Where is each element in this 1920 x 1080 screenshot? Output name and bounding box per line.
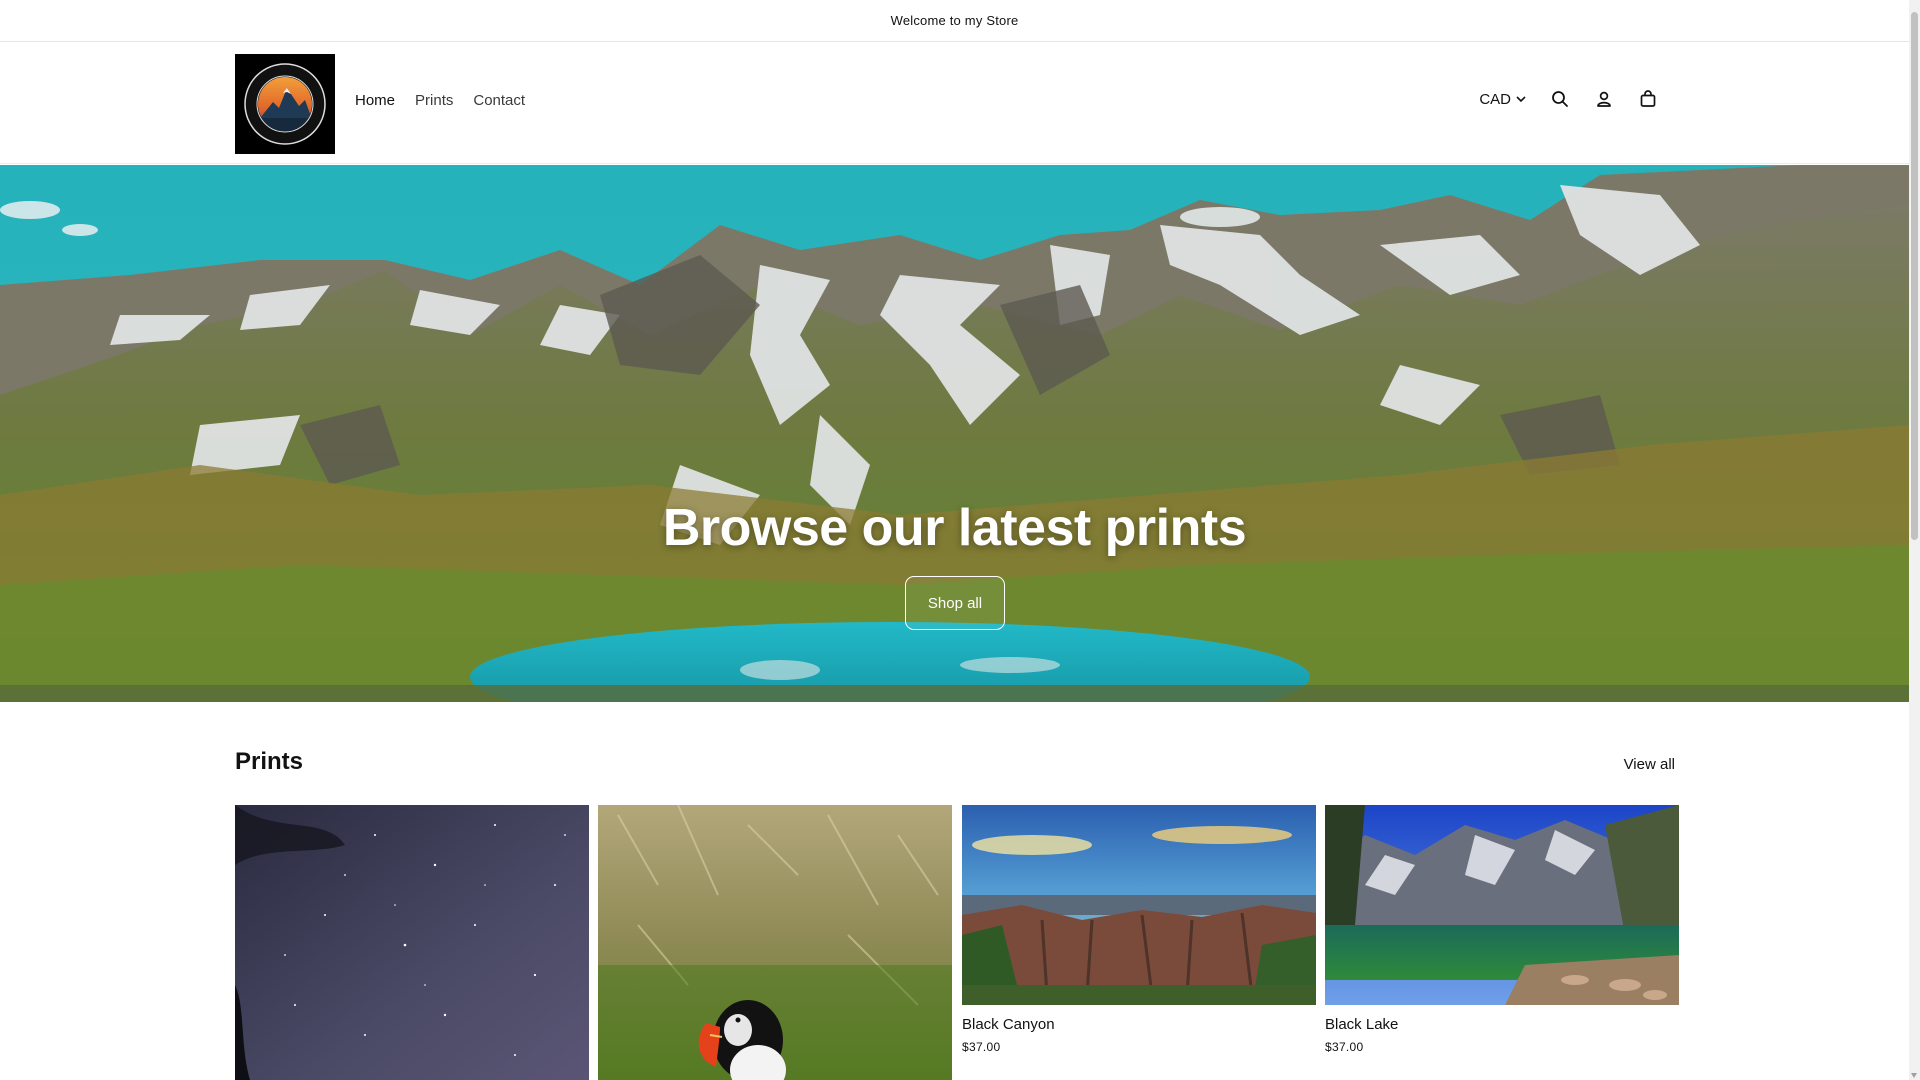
store-logo[interactable] [235, 54, 335, 154]
site-header: Home Prints Contact CAD [0, 42, 1909, 164]
hero-title: Browse our latest prints [662, 499, 1247, 557]
product-card[interactable] [598, 805, 952, 1080]
announcement-bar: Welcome to my Store [0, 0, 1909, 42]
shop-all-button[interactable]: Shop all [905, 576, 1005, 630]
product-image-black-canyon[interactable] [962, 805, 1316, 1005]
nav-link-contact[interactable]: Contact [473, 92, 525, 109]
product-price: $37.00 [1325, 1040, 1364, 1054]
nav-link-prints[interactable]: Prints [415, 92, 453, 109]
page-scrollbar[interactable] [1909, 0, 1920, 1080]
collection-title: Prints [235, 748, 304, 775]
product-name[interactable]: Black Canyon [962, 1016, 1316, 1033]
product-image-night-sky[interactable] [235, 805, 589, 1080]
product-price: $37.00 [962, 1040, 1001, 1054]
hero-banner: Browse our latest prints Shop all [0, 165, 1909, 702]
product-image-black-lake[interactable] [1325, 805, 1679, 1005]
logo-badge-icon [244, 63, 326, 145]
product-name[interactable]: Black Lake [1325, 1016, 1679, 1033]
scroll-down-arrow-icon[interactable] [1911, 1073, 1917, 1078]
announcement-text: Welcome to my Store [890, 13, 1019, 28]
account-icon[interactable] [1593, 88, 1615, 110]
currency-selector[interactable]: CAD [1479, 91, 1527, 108]
product-card[interactable]: Black Lake $37.00 [1325, 805, 1679, 1054]
chevron-down-icon [1516, 96, 1526, 103]
view-all-link[interactable]: View all [1624, 756, 1675, 773]
nav-link-home[interactable]: Home [355, 92, 395, 109]
main-nav: Home Prints Contact [355, 92, 525, 109]
storefront-page: Welcome to my Store Home Prints Contact … [0, 0, 1909, 1080]
product-image-puffin[interactable] [598, 805, 952, 1080]
search-icon[interactable] [1549, 88, 1571, 110]
scrollbar-thumb[interactable] [1911, 12, 1918, 540]
currency-label: CAD [1479, 90, 1511, 108]
product-card[interactable] [235, 805, 589, 1080]
header-tools: CAD [1479, 88, 1659, 110]
cart-icon[interactable] [1637, 88, 1659, 110]
product-card[interactable]: Black Canyon $37.00 [962, 805, 1316, 1054]
